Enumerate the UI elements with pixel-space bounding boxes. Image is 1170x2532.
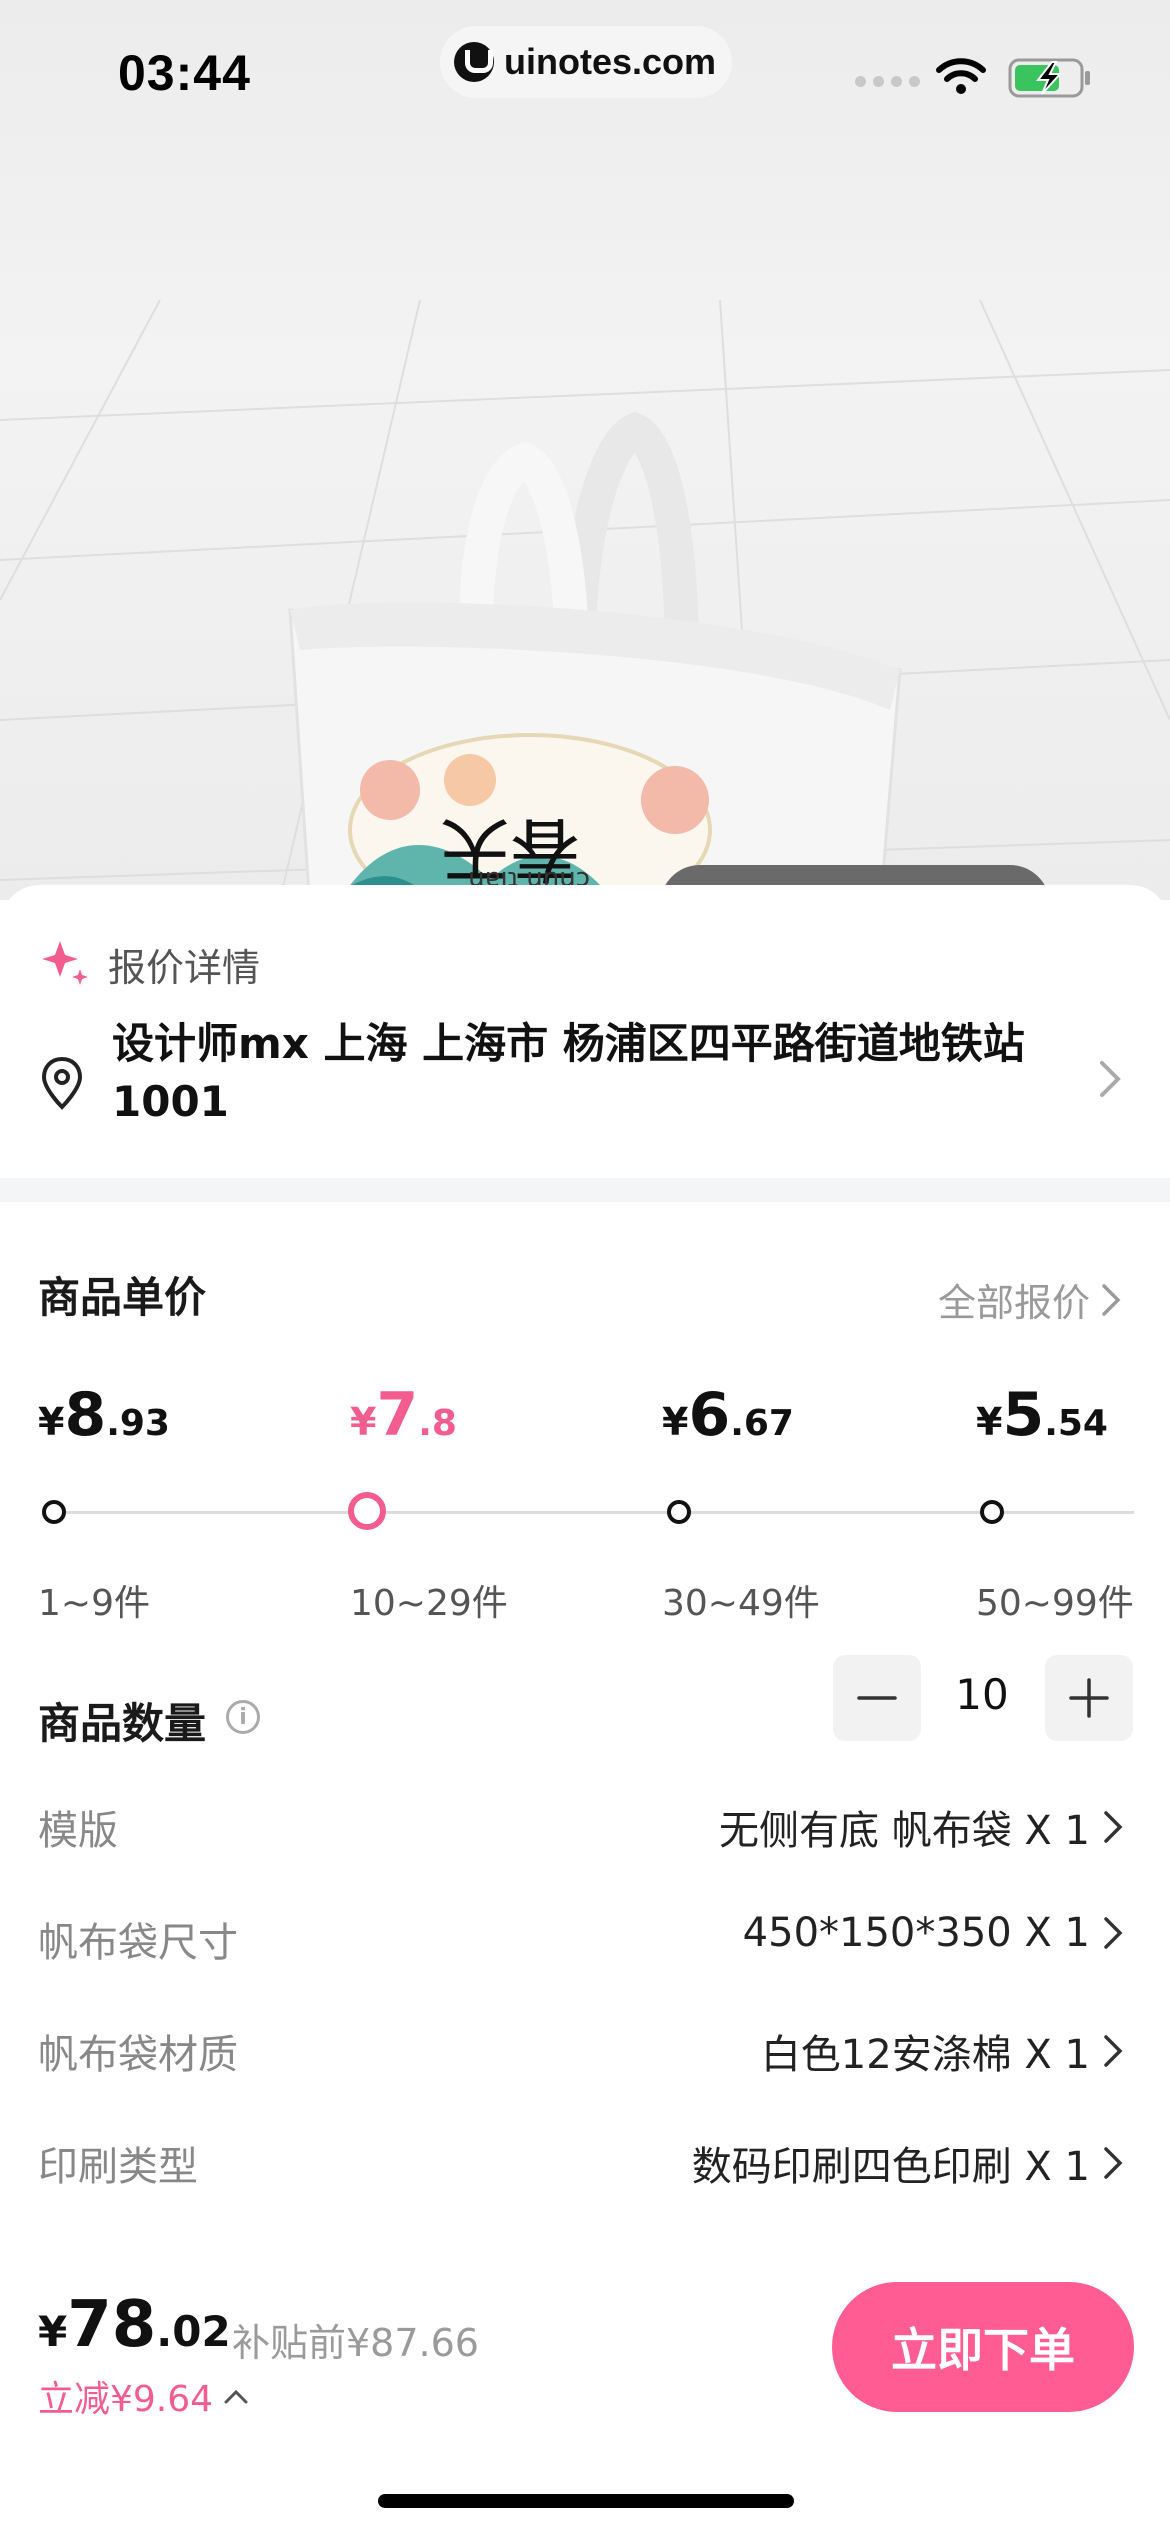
chevron-right-icon — [1104, 2147, 1123, 2179]
tier-range-4: 50~99件 — [976, 1583, 1134, 1624]
home-indicator[interactable] — [378, 2494, 794, 2508]
tier-dot-4[interactable] — [980, 1500, 1004, 1524]
canvas-bag-illustration: 春天 chūn tiān — [288, 411, 902, 900]
quantity-value[interactable]: 10 — [930, 1670, 1034, 1719]
url-pill[interactable]: uinotes.com — [440, 26, 732, 98]
tier-track — [54, 1511, 1134, 1514]
quantity-title: 商品数量 — [38, 1699, 207, 1748]
tier-price-2[interactable]: ¥7.8 — [350, 1380, 457, 1450]
chevron-right-icon — [1104, 1811, 1123, 1843]
option-value-size[interactable]: 450*150*350 X 1 — [743, 1910, 1124, 1956]
all-quotes-link[interactable]: 全部报价 — [938, 1272, 1122, 1327]
delivery-address[interactable]: 设计师mx 上海 上海市 杨浦区四平路街道地铁站1001 — [112, 1015, 1072, 1131]
quote-detail-title: 报价详情 — [108, 946, 261, 990]
status-bar: 03:44 uinotes.com — [0, 0, 1170, 140]
discount-amount: 立减¥9.64 — [38, 2379, 214, 2420]
quote-address-card: 报价详情 设计师mx 上海 上海市 杨浦区四平路街道地铁站1001 — [0, 885, 1170, 1200]
tier-price-1[interactable]: ¥8.93 — [38, 1380, 170, 1450]
chevron-right-icon[interactable] — [1096, 1057, 1124, 1101]
chevron-right-icon — [1102, 1283, 1121, 1316]
chevron-up-icon — [224, 2389, 248, 2404]
chevron-right-icon — [1104, 2035, 1123, 2067]
option-label-print-type: 印刷类型 — [38, 2144, 198, 2190]
option-label-template: 模版 — [38, 1808, 118, 1854]
info-icon[interactable]: i — [226, 1700, 260, 1734]
sparkle-icon — [42, 941, 88, 985]
decrease-quantity-button[interactable] — [833, 1655, 921, 1741]
tier-range-3: 30~49件 — [662, 1583, 820, 1624]
option-value-material[interactable]: 白色12安涤棉 X 1 — [761, 2022, 1124, 2080]
uinotes-logo-icon — [454, 42, 494, 82]
wifi-icon — [936, 58, 986, 94]
url-text: uinotes.com — [504, 41, 717, 82]
plus-icon — [1069, 1678, 1109, 1718]
location-pin-icon — [41, 1056, 83, 1110]
original-price: 补贴前¥87.66 — [232, 2321, 479, 2365]
unit-price-title: 商品单价 — [38, 1273, 207, 1322]
discount-toggle[interactable]: 立减¥9.64 — [38, 2370, 249, 2422]
battery-charging-icon — [1008, 58, 1090, 98]
option-label-material: 帆布袋材质 — [38, 2032, 238, 2078]
tier-dot-1[interactable] — [42, 1500, 66, 1524]
cellular-signal-icon — [855, 76, 920, 87]
option-value-print-type[interactable]: 数码印刷四色印刷 X 1 — [692, 2134, 1124, 2192]
status-time: 03:44 — [118, 45, 251, 101]
chevron-right-icon — [1104, 1917, 1123, 1949]
tier-price-3[interactable]: ¥6.67 — [662, 1380, 794, 1450]
minus-icon — [857, 1696, 897, 1700]
option-value-template[interactable]: 无侧有底 帆布袋 X 1 — [719, 1798, 1124, 1856]
all-quotes-label: 全部报价 — [938, 1281, 1091, 1325]
tier-range-2: 10~29件 — [350, 1583, 508, 1624]
tier-dot-2-selected[interactable] — [348, 1492, 386, 1530]
place-order-button[interactable]: 立即下单 — [832, 2282, 1134, 2412]
tier-price-4[interactable]: ¥5.54 — [976, 1380, 1108, 1450]
tier-range-1: 1~9件 — [38, 1583, 150, 1624]
section-divider — [0, 1178, 1170, 1202]
total-price: ¥78.02 — [38, 2288, 231, 2362]
option-label-size: 帆布袋尺寸 — [38, 1920, 238, 1966]
tier-dot-3[interactable] — [667, 1500, 691, 1524]
increase-quantity-button[interactable] — [1045, 1655, 1133, 1741]
